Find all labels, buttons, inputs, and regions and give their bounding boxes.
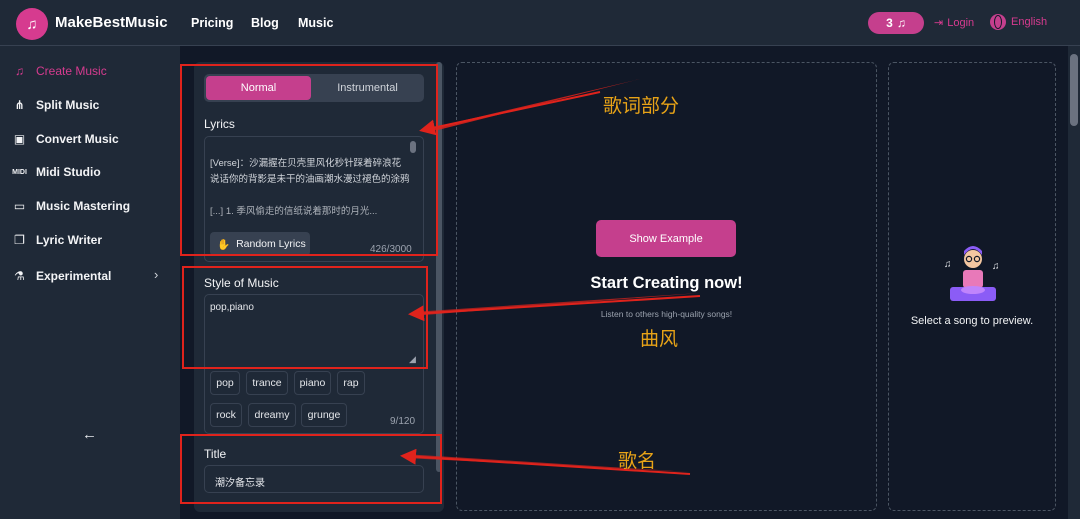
language-selector[interactable]: English (990, 14, 1047, 30)
nav-pricing[interactable]: Pricing (191, 16, 233, 30)
sidebar-item-music-mastering[interactable]: ▭ Music Mastering (12, 196, 130, 216)
sidebar-item-label: Midi Studio (36, 165, 101, 179)
start-subtitle: Listen to others high-quality songs! (600, 309, 733, 319)
style-tag[interactable]: rap (337, 371, 365, 395)
sidebar-item-label: Split Music (36, 98, 100, 112)
svg-text:♫: ♫ (992, 261, 1000, 272)
style-tag[interactable]: piano (294, 371, 331, 395)
sidebar-item-midi-studio[interactable]: MIDI Midi Studio (12, 162, 101, 182)
show-example-button[interactable]: Show Example (596, 220, 736, 257)
login-icon: ⇥ (934, 17, 944, 29)
annotation-label-title: 歌名 (618, 450, 657, 472)
annotation-box-style (182, 266, 428, 369)
annotation-label-style: 曲风 (640, 328, 679, 350)
sidebar-item-lyric-writer[interactable]: ❐ Lyric Writer (12, 230, 102, 250)
sidebar-item-experimental[interactable]: ⚗ Experimental (12, 266, 111, 286)
credits-button[interactable]: 3 ♫ (868, 12, 924, 34)
style-tag[interactable]: pop (210, 371, 240, 395)
page-scrollbar[interactable] (1068, 46, 1080, 519)
sidebar-item-label: Music Mastering (36, 199, 131, 213)
style-tag[interactable]: grunge (301, 403, 347, 427)
convert-icon: ▣ (13, 132, 26, 146)
brand-name[interactable]: MakeBestMusic (55, 14, 168, 31)
start-title: Start Creating now! (590, 274, 743, 292)
chevron-right-icon[interactable]: › (154, 267, 158, 282)
music-note-icon: ♫ (896, 16, 906, 30)
music-note-icon: ♫ (26, 15, 38, 33)
style-tag[interactable]: trance (246, 371, 288, 395)
svg-text:♫: ♫ (944, 259, 952, 270)
nav-blog[interactable]: Blog (251, 16, 279, 30)
style-tag[interactable]: dreamy (248, 403, 296, 427)
style-char-count: 9/120 (390, 416, 416, 427)
dj-illustration: ♫ ♫ (944, 246, 1000, 301)
language-label: English (1011, 16, 1048, 28)
credits-count: 3 (886, 16, 893, 30)
document-icon: ❐ (14, 233, 25, 247)
mastering-icon: ▭ (13, 199, 26, 213)
scrollbar-thumb[interactable] (1070, 54, 1078, 126)
split-icon: ⋔ (14, 98, 25, 112)
preview-placeholder: Select a song to preview. (910, 315, 1034, 327)
logo[interactable]: ♫ (16, 8, 48, 40)
login-link[interactable]: ⇥ Login (934, 16, 975, 30)
annotation-box-lyrics (180, 64, 438, 256)
flask-icon: ⚗ (14, 269, 25, 283)
sidebar-item-label: Convert Music (36, 132, 119, 146)
globe-icon (990, 14, 1006, 30)
nav-music[interactable]: Music (298, 16, 333, 30)
style-tag[interactable]: rock (210, 403, 242, 427)
music-note-icon: ♫ (15, 64, 24, 78)
sidebar-item-label: Create Music (36, 64, 107, 78)
sidebar-item-convert-music[interactable]: ▣ Convert Music (12, 129, 119, 149)
sidebar-item-create-music[interactable]: ♫ Create Music (12, 61, 107, 81)
sidebar-item-label: Experimental (36, 269, 112, 283)
midi-icon: MIDI (12, 168, 27, 176)
sidebar-item-label: Lyric Writer (36, 233, 103, 247)
annotation-label-lyrics: 歌词部分 (603, 95, 680, 117)
sidebar-item-split-music[interactable]: ⋔ Split Music (12, 95, 99, 115)
annotation-box-title (180, 434, 442, 504)
login-label: Login (947, 16, 975, 29)
arrow-left-icon[interactable]: ← (82, 426, 97, 443)
